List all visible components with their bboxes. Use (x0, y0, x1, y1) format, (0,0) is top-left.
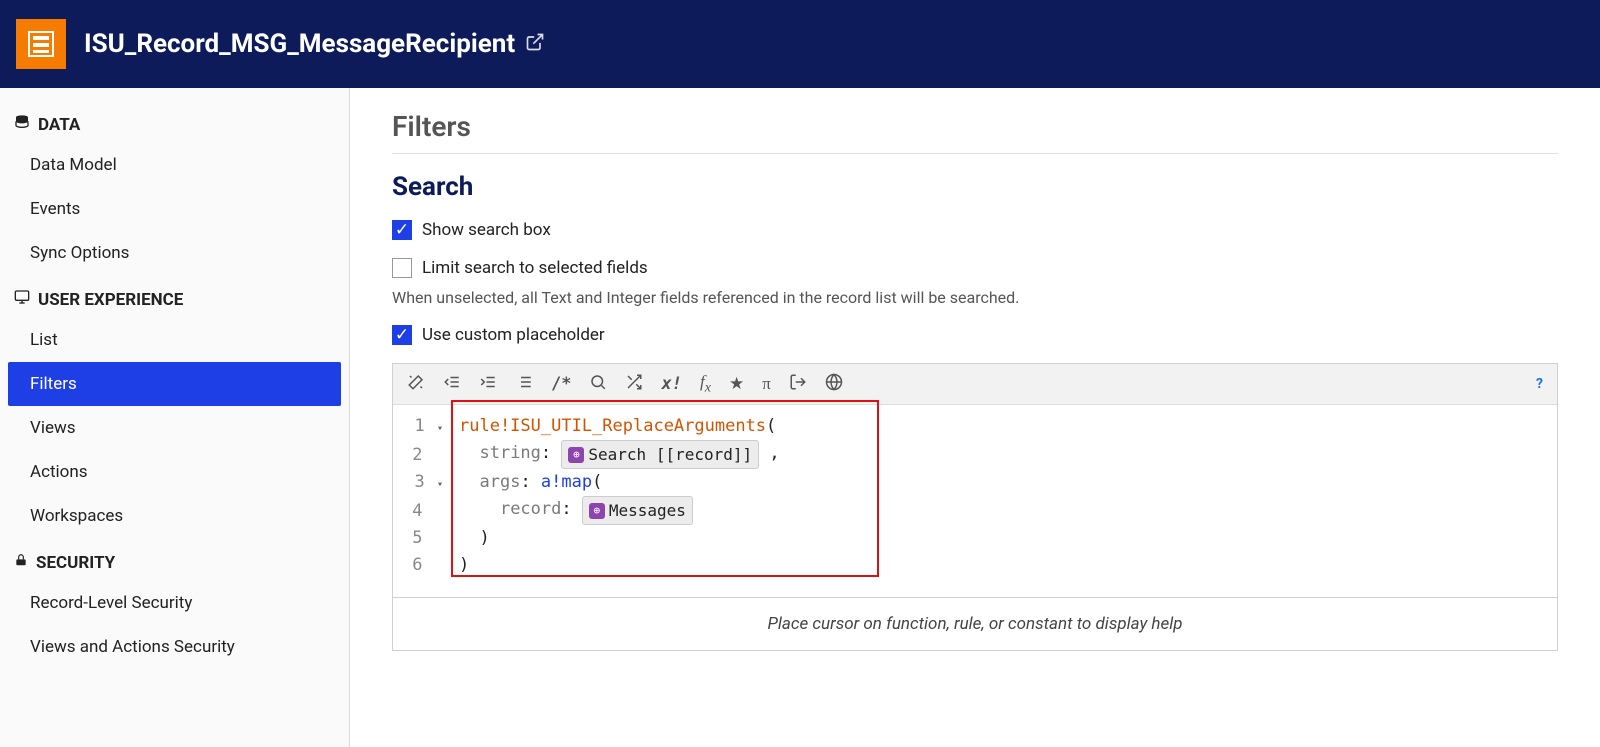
param-args: args (479, 472, 520, 492)
sidebar-section-label: SECURITY (36, 553, 115, 573)
param-string: string (479, 443, 540, 463)
translation-icon: ⊕ (568, 447, 584, 463)
open-external-icon[interactable] (525, 29, 545, 59)
comment-icon[interactable]: /* (551, 374, 571, 394)
app-header: ISU_Record_MSG_MessageRecipient (0, 0, 1600, 88)
sidebar-section-label: USER EXPERIENCE (38, 290, 183, 310)
page-title: Filters (392, 110, 1558, 154)
sidebar-section-ux: USER EXPERIENCE (8, 281, 341, 318)
sidebar-item-record-level-security[interactable]: Record-Level Security (8, 581, 341, 625)
param-record: record (500, 499, 561, 519)
sidebar-section-security: SECURITY (8, 544, 341, 581)
translation-chip-search[interactable]: ⊕Search [[record]] (561, 440, 759, 469)
rule-token: rule!ISU_UTIL_ReplaceArguments (459, 416, 766, 436)
record-name: ISU_Record_MSG_MessageRecipient (84, 29, 515, 59)
database-icon (14, 114, 30, 135)
custom-placeholder-label: Use custom placeholder (422, 325, 605, 345)
sidebar: DATA Data Model Events Sync Options USER… (0, 88, 350, 747)
code-area[interactable]: 1 ▾ 2 3 ▾ 4 5 6 rule!ISU_UTIL_ReplaceArg… (393, 405, 1557, 597)
expression-editor: /* x! fx ★ π ? 1 ▾ 2 3 ▾ 4 5 6 (392, 363, 1558, 651)
search-icon[interactable] (589, 373, 607, 396)
fx-icon[interactable]: fx (700, 372, 711, 396)
line-gutter: 1 ▾ 2 3 ▾ 4 5 6 (393, 405, 453, 597)
list-icon[interactable] (515, 373, 533, 396)
sidebar-item-events[interactable]: Events (8, 187, 341, 231)
shuffle-icon[interactable] (625, 373, 643, 396)
show-search-box-label: Show search box (422, 220, 551, 240)
limit-search-checkbox[interactable] (392, 258, 412, 278)
editor-hint: Place cursor on function, rule, or const… (393, 597, 1557, 650)
monitor-icon (14, 289, 30, 310)
export-icon[interactable] (789, 373, 807, 396)
sidebar-item-workspaces[interactable]: Workspaces (8, 494, 341, 538)
help-icon[interactable]: ? (1536, 376, 1543, 392)
sidebar-item-views-actions-security[interactable]: Views and Actions Security (8, 625, 341, 669)
sidebar-section-data: DATA (8, 106, 341, 143)
sidebar-item-filters[interactable]: Filters (8, 362, 341, 406)
outdent-icon[interactable] (443, 373, 461, 396)
page-header-title: ISU_Record_MSG_MessageRecipient (84, 29, 545, 59)
custom-placeholder-checkbox[interactable]: ✓ (392, 325, 412, 345)
editor-toolbar: /* x! fx ★ π ? (393, 364, 1557, 405)
record-type-icon (16, 19, 66, 69)
globe-icon[interactable] (825, 373, 843, 396)
translation-chip-messages[interactable]: ⊕Messages (582, 496, 693, 525)
limit-search-help: When unselected, all Text and Integer fi… (392, 288, 1558, 307)
code-text[interactable]: rule!ISU_UTIL_ReplaceArguments( string: … (453, 405, 1557, 597)
magic-wand-icon[interactable] (407, 373, 425, 396)
show-search-box-checkbox[interactable]: ✓ (392, 220, 412, 240)
sidebar-section-label: DATA (38, 115, 80, 135)
pi-icon[interactable]: π (762, 374, 771, 394)
x-bang-icon[interactable]: x! (661, 374, 681, 394)
translation-icon: ⊕ (589, 503, 605, 519)
main-content: Filters Search ✓ Show search box Limit s… (350, 88, 1600, 747)
sidebar-item-views[interactable]: Views (8, 406, 341, 450)
sidebar-item-data-model[interactable]: Data Model (8, 143, 341, 187)
func-map: a!map (541, 472, 592, 492)
limit-search-label: Limit search to selected fields (422, 258, 648, 278)
lock-icon (14, 552, 28, 573)
sidebar-item-list[interactable]: List (8, 318, 341, 362)
sidebar-item-actions[interactable]: Actions (8, 450, 341, 494)
indent-icon[interactable] (479, 373, 497, 396)
star-icon[interactable]: ★ (729, 374, 744, 394)
sidebar-item-sync-options[interactable]: Sync Options (8, 231, 341, 275)
section-title: Search (392, 172, 1558, 202)
